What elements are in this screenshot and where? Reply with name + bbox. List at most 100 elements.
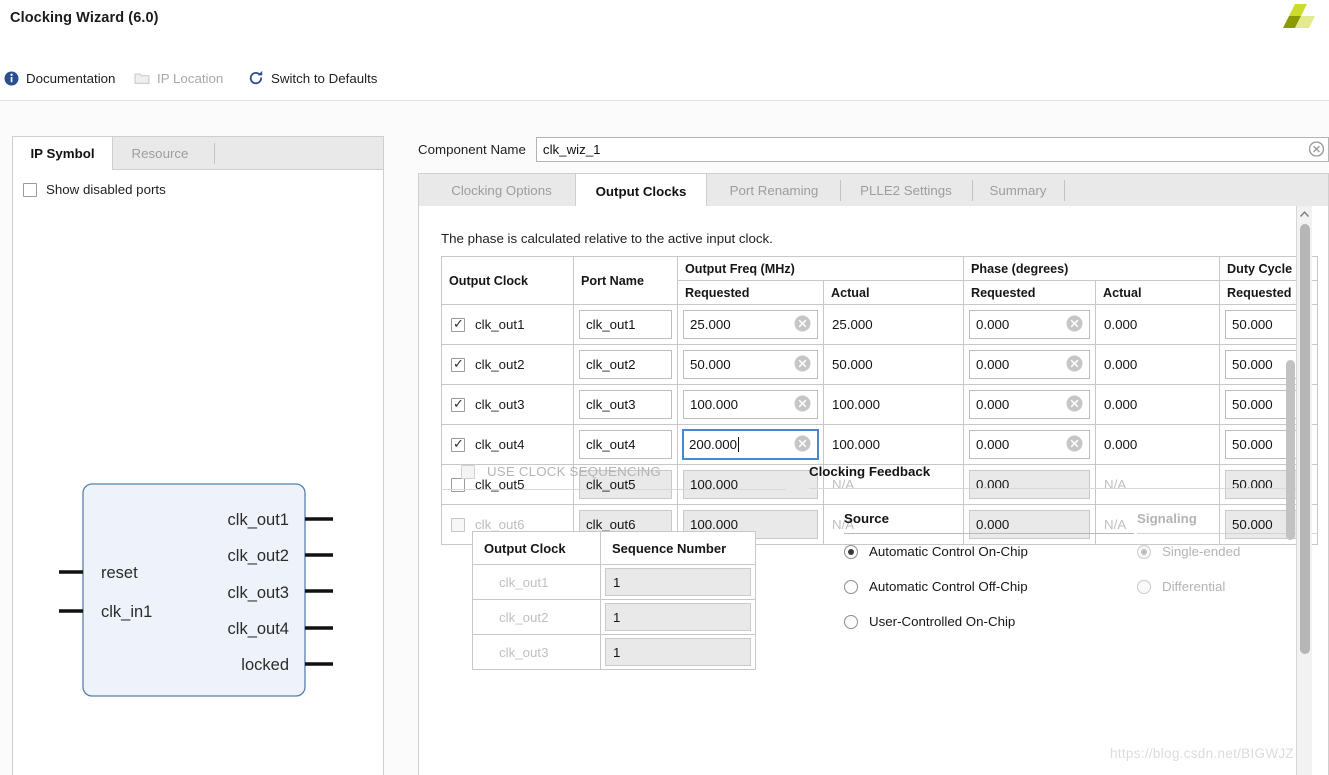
- svg-text:clk_out3: clk_out3: [228, 584, 289, 602]
- cell-port-name[interactable]: clk_out4: [573, 424, 678, 465]
- cell-phase-actual: 0.000: [1095, 344, 1221, 385]
- cell-freq-actual: 100.000: [822, 384, 965, 425]
- enable-clk_out6-checkbox[interactable]: [451, 517, 465, 532]
- cell-freq-requested[interactable]: 100.000: [677, 384, 824, 425]
- enable-clk_out1-checkbox[interactable]: [451, 316, 465, 332]
- phase-requested-input-clk_out3[interactable]: 0.000: [969, 390, 1091, 419]
- tab-plle2-settings[interactable]: PLLE2 Settings: [841, 174, 971, 207]
- enable-clk_out4-checkbox[interactable]: [451, 436, 465, 452]
- tab-ip-symbol[interactable]: IP Symbol: [13, 137, 113, 171]
- sequence-cell-output-clock: clk_out3: [472, 634, 601, 670]
- header-freq-actual: Actual: [822, 280, 965, 305]
- cell-freq-requested[interactable]: 200.000: [677, 424, 824, 465]
- ip-location-button[interactable]: IP Location: [134, 66, 223, 90]
- pane-scrollbar-thumb[interactable]: [1300, 224, 1310, 654]
- main-body: IP Symbol Resource Show disabled ports r…: [0, 101, 1329, 775]
- enable-clk_out3-checkbox[interactable]: [451, 396, 465, 412]
- source-user-controlled-on-chip-radio[interactable]: [844, 614, 858, 629]
- use-clock-sequencing-checkbox[interactable]: [461, 464, 475, 479]
- sequence-cell-number[interactable]: 1: [600, 564, 756, 600]
- clear-component-name-icon[interactable]: [1308, 141, 1325, 157]
- source-automatic-control-off-chip-radio[interactable]: [844, 579, 858, 594]
- cell-port-name[interactable]: clk_out1: [573, 304, 678, 345]
- cell-phase-requested[interactable]: 0.000: [963, 424, 1097, 465]
- scroll-up-icon[interactable]: [1297, 206, 1312, 222]
- source-label: Source: [844, 511, 890, 526]
- sequence-cell-number[interactable]: 1: [600, 634, 756, 670]
- clear-freq-icon[interactable]: [794, 395, 811, 415]
- sequence-number-input-clk_out3[interactable]: 1: [605, 638, 751, 666]
- cell-port-name[interactable]: clk_out3: [573, 384, 678, 425]
- table-scrollbar-thumb[interactable]: [1286, 360, 1295, 540]
- tab-summary[interactable]: Summary: [973, 174, 1063, 207]
- freq-actual-value: 50.000: [832, 357, 873, 372]
- sequence-number-input-clk_out2[interactable]: 1: [605, 603, 751, 631]
- cell-phase-requested[interactable]: 0.000: [963, 384, 1097, 425]
- source-automatic-control-on-chip-radio[interactable]: [844, 544, 858, 559]
- toolbar: Documentation IP Location Switch to Defa…: [0, 56, 1329, 101]
- signaling-differential-radio-row[interactable]: Differential: [1137, 569, 1317, 604]
- cell-freq-requested[interactable]: 50.000: [677, 344, 824, 385]
- documentation-button[interactable]: Documentation: [3, 66, 115, 90]
- cell-output-clock[interactable]: clk_out3: [441, 384, 574, 425]
- cell-port-name[interactable]: clk_out2: [573, 344, 678, 385]
- table-row: clk_out1clk_out125.00025.0000.0000.00050…: [441, 304, 1319, 345]
- clear-freq-icon[interactable]: [794, 355, 811, 375]
- sequence-output-clock-name: clk_out2: [499, 609, 549, 625]
- freq-actual-value: 100.000: [832, 397, 881, 412]
- source-user-controlled-on-chip-radio-row[interactable]: User-Controlled On-Chip: [844, 604, 1134, 639]
- clear-phase-icon[interactable]: [1066, 355, 1083, 375]
- phase-requested-input-clk_out1[interactable]: 0.000: [969, 310, 1091, 339]
- tab-resource[interactable]: Resource: [114, 137, 206, 170]
- cell-phase-requested[interactable]: 0.000: [963, 344, 1097, 385]
- phase-requested-input-clk_out4[interactable]: 0.000: [969, 430, 1091, 459]
- use-clock-sequencing-row[interactable]: USE CLOCK SEQUENCING: [441, 464, 786, 479]
- clear-phase-icon[interactable]: [1066, 395, 1083, 415]
- freq-requested-input-clk_out4[interactable]: 200.000: [682, 429, 819, 460]
- use-clock-sequencing-label: USE CLOCK SEQUENCING: [487, 464, 661, 479]
- output-clock-name: clk_out4: [475, 437, 525, 452]
- freq-actual-value: 25.000: [832, 317, 873, 332]
- tab-output-clocks[interactable]: Output Clocks: [575, 174, 707, 208]
- cell-phase-requested[interactable]: 0.000: [963, 304, 1097, 345]
- clear-freq-icon[interactable]: [794, 315, 811, 335]
- freq-requested-input-clk_out1[interactable]: 25.000: [683, 310, 818, 339]
- clear-freq-icon[interactable]: [794, 435, 811, 455]
- source-automatic-control-off-chip-radio-row[interactable]: Automatic Control Off-Chip: [844, 569, 1134, 604]
- freq-requested-input-clk_out3[interactable]: 100.000: [683, 390, 818, 419]
- pane-scrollbar[interactable]: [1296, 206, 1312, 775]
- signaling-differential-radio[interactable]: [1137, 579, 1151, 594]
- freq-requested-input-clk_out2[interactable]: 50.000: [683, 350, 818, 379]
- component-name-field[interactable]: [535, 136, 1329, 162]
- component-name-row: Component Name: [418, 136, 1329, 162]
- cell-freq-requested[interactable]: 25.000: [677, 304, 824, 345]
- port-name-input-clk_out3[interactable]: clk_out3: [579, 390, 672, 419]
- cell-output-clock[interactable]: clk_out1: [441, 304, 574, 345]
- signaling-single-ended-radio[interactable]: [1137, 544, 1151, 559]
- enable-clk_out2-checkbox[interactable]: [451, 356, 465, 372]
- cell-output-clock[interactable]: clk_out4: [441, 424, 574, 465]
- documentation-label: Documentation: [26, 70, 116, 86]
- port-name-input-clk_out1[interactable]: clk_out1: [579, 310, 672, 339]
- xilinx-logo: [1265, 2, 1321, 42]
- source-user-controlled-on-chip-label: User-Controlled On-Chip: [869, 614, 1016, 629]
- sequence-number-table: Output Clock Sequence Number clk_out1 1 cl…: [472, 531, 756, 670]
- tab-ip-symbol-label: IP Symbol: [30, 146, 95, 161]
- phase-requested-input-clk_out2[interactable]: 0.000: [969, 350, 1091, 379]
- ip-symbol-panel: IP Symbol Resource Show disabled ports r…: [12, 136, 384, 775]
- sequence-cell-number[interactable]: 1: [600, 599, 756, 635]
- cell-output-clock[interactable]: clk_out2: [441, 344, 574, 385]
- port-name-input-clk_out2[interactable]: clk_out2: [579, 350, 672, 379]
- component-name-input[interactable]: [536, 137, 1328, 161]
- switch-to-defaults-button[interactable]: Switch to Defaults: [248, 66, 377, 90]
- header-port-name: Port Name: [573, 256, 678, 305]
- clear-phase-icon[interactable]: [1066, 315, 1083, 335]
- tab-clocking-options[interactable]: Clocking Options: [429, 174, 574, 207]
- port-name-input-clk_out4[interactable]: clk_out4: [579, 430, 672, 459]
- sequence-output-clock-name: clk_out1: [499, 574, 549, 590]
- clear-phase-icon[interactable]: [1066, 435, 1083, 455]
- clocking-feedback-section: Clocking Feedback: [809, 464, 1309, 489]
- sequence-number-input-clk_out1[interactable]: 1: [605, 568, 751, 596]
- source-automatic-control-on-chip-radio-row[interactable]: Automatic Control On-Chip: [844, 534, 1134, 569]
- tab-port-renaming[interactable]: Port Renaming: [709, 174, 839, 207]
